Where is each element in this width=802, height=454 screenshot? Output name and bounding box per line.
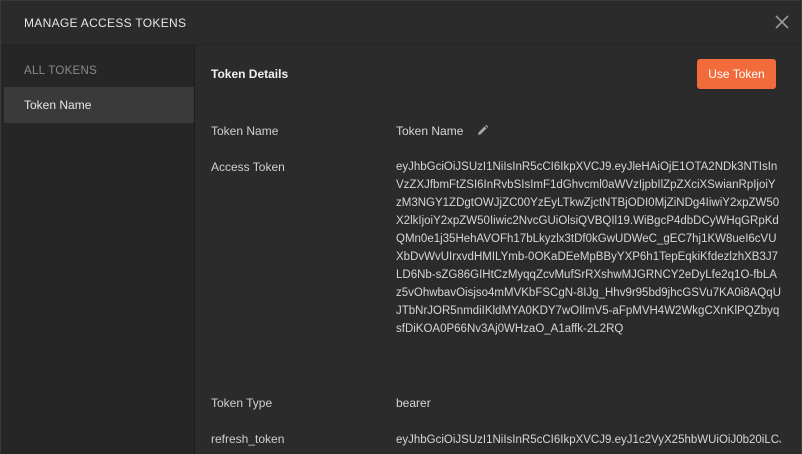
pencil-icon[interactable]: [476, 124, 489, 137]
sidebar-item-token-name[interactable]: Token Name: [4, 87, 194, 123]
token-name-label: Token Name: [211, 124, 279, 138]
access-token-value: eyJhbGciOiJSUzI1NiIsInR5cCI6IkpXVCJ9.eyJ…: [396, 161, 781, 335]
use-token-button[interactable]: Use Token: [697, 59, 776, 89]
refresh-token-label: refresh_token: [211, 432, 285, 446]
dialog-title: MANAGE ACCESS TOKENS: [24, 16, 187, 30]
token-details-panel: Token Details Use Token Token Name Token…: [195, 45, 801, 454]
access-token-label: Access Token: [211, 160, 285, 174]
tokens-sidebar: ALL TOKENS Token Name: [1, 45, 195, 454]
token-type-value: bearer: [396, 396, 431, 410]
token-name-value: Token Name: [396, 124, 464, 138]
sidebar-item-label: Token Name: [24, 98, 92, 112]
sidebar-heading: ALL TOKENS: [24, 65, 98, 77]
section-title: Token Details: [211, 67, 289, 81]
refresh-token-value: eyJhbGciOiJSUzI1NiIsInR5cCI6IkpXVCJ9.eyJ…: [396, 434, 781, 446]
manage-access-tokens-dialog: MANAGE ACCESS TOKENS ALL TOKENS Token Na…: [0, 0, 802, 454]
scrollbar[interactable]: [798, 45, 801, 454]
dialog-header: MANAGE ACCESS TOKENS: [1, 1, 801, 45]
close-icon[interactable]: [773, 13, 791, 31]
token-type-label: Token Type: [211, 396, 273, 410]
